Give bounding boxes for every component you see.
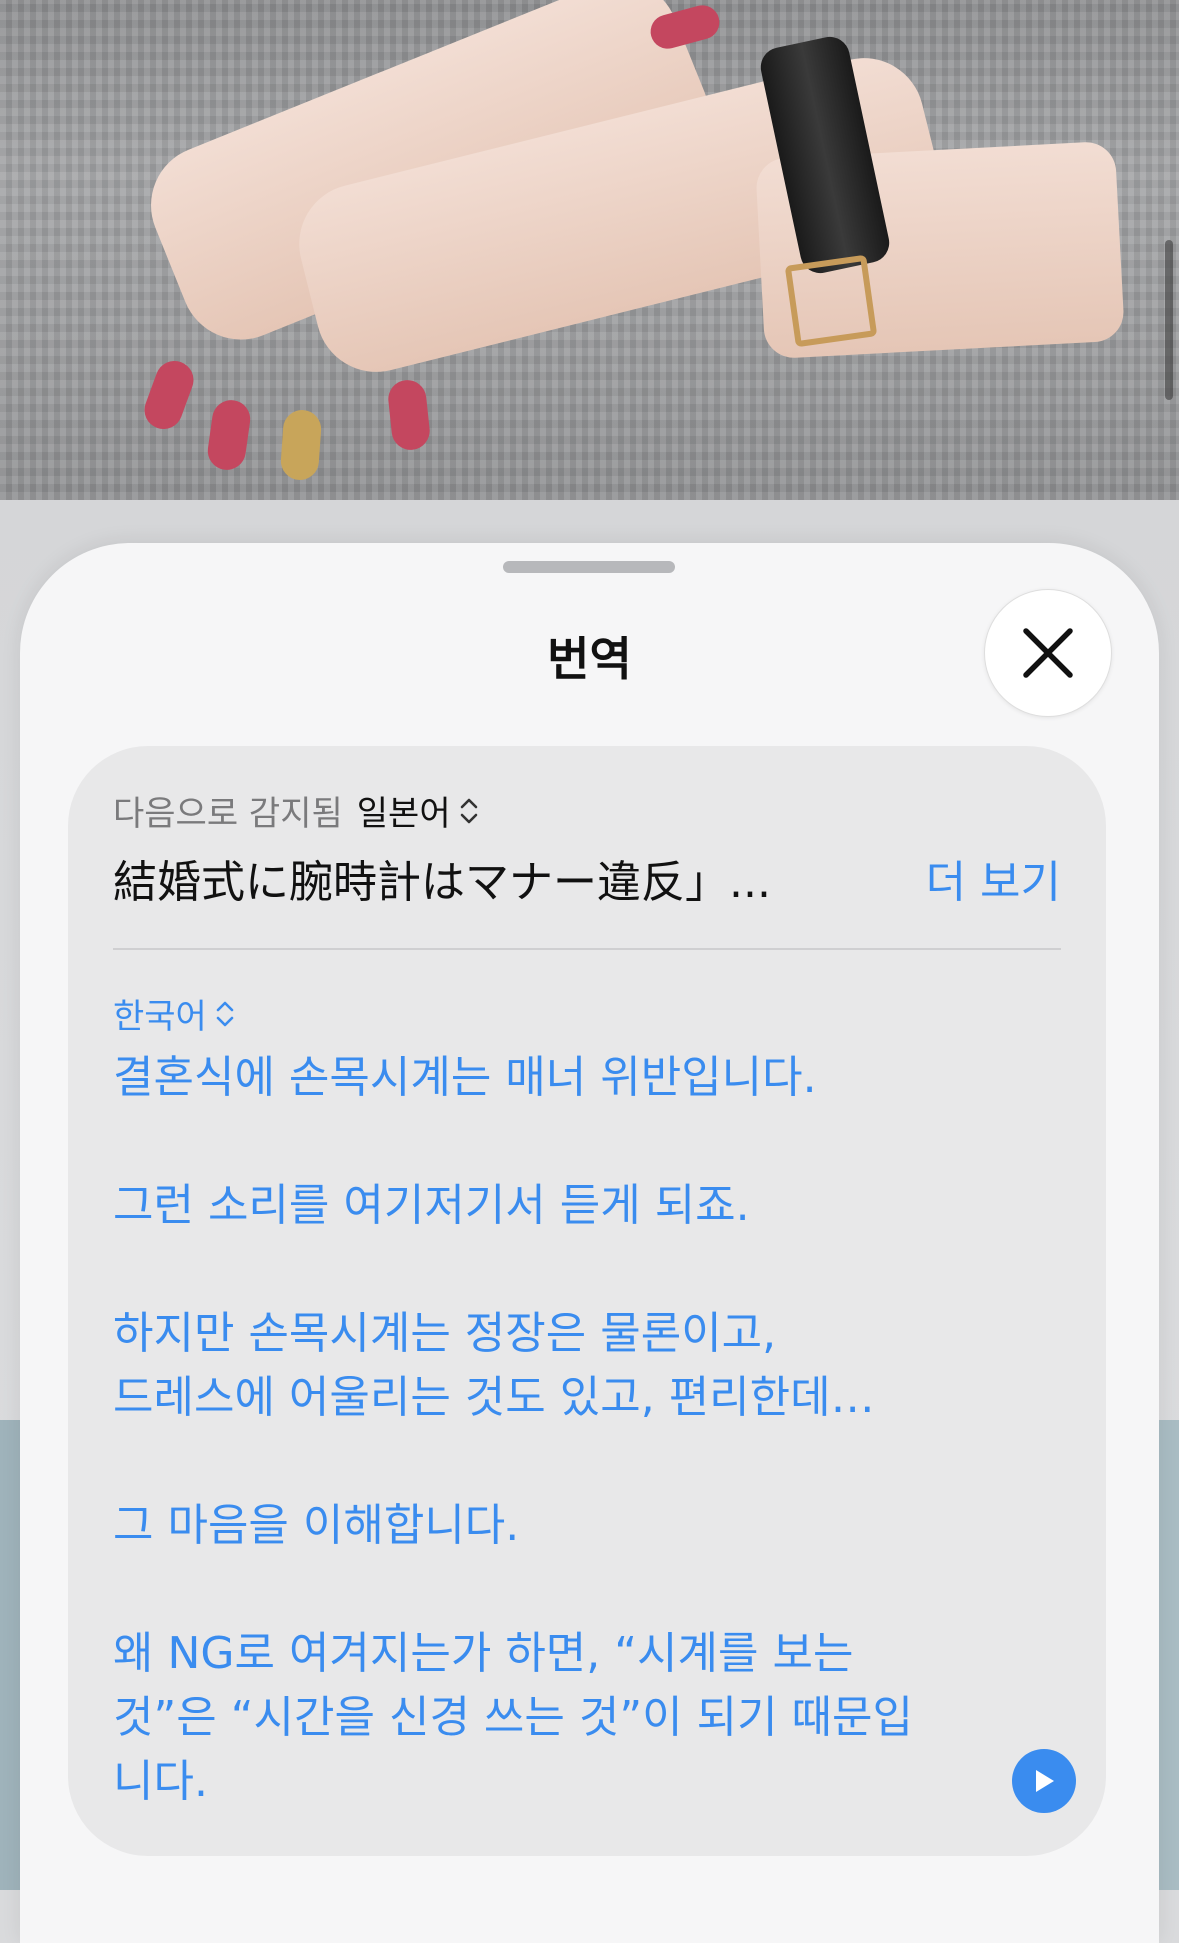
- play-button[interactable]: [1012, 1749, 1076, 1813]
- play-icon: [1036, 1770, 1054, 1792]
- translation-text: 결혼식에 손목시계는 매너 위반입니다. 그런 소리를 여기저기서 듣게 되죠.…: [113, 1046, 933, 1814]
- target-language-selector[interactable]: 한국어: [113, 989, 235, 1038]
- background-photo: [0, 0, 1179, 500]
- translation-paragraph: 하지만 손목시계는 정장은 물론이고, 드레스에 어울리는 것도 있고, 편리한…: [113, 1308, 875, 1423]
- scroll-indicator[interactable]: [1165, 240, 1173, 400]
- watch-buckle-image: [784, 254, 878, 348]
- background-edge: [1159, 1420, 1179, 1890]
- more-button[interactable]: 더 보기: [926, 846, 1061, 910]
- translation-paragraph: 그런 소리를 여기저기서 듣게 되죠.: [113, 1180, 750, 1231]
- close-icon: [1023, 628, 1073, 678]
- detected-label: 다음으로 감지됨: [113, 794, 343, 834]
- detected-language-row[interactable]: 다음으로 감지됨 일본어: [113, 786, 479, 835]
- translation-paragraph: 결혼식에 손목시계는 매너 위반입니다.: [113, 1052, 817, 1103]
- divider: [113, 948, 1061, 950]
- translate-sheet: 번역 다음으로 감지됨 일본어 結婚式に腕時計はマナー違反」... 더 보기 한…: [20, 543, 1159, 1943]
- source-text: 結婚式に腕時計はマナー違反」...: [113, 857, 771, 908]
- translation-card: 다음으로 감지됨 일본어 結婚式に腕時計はマナー違反」... 더 보기 한국어 …: [68, 746, 1106, 1856]
- nail-image: [279, 408, 323, 482]
- source-language: 일본어: [356, 794, 451, 834]
- translation-paragraph: 그 마음을 이해합니다.: [113, 1500, 520, 1551]
- background-edge: [0, 1420, 20, 1890]
- close-button[interactable]: [984, 589, 1112, 717]
- translation-paragraph: 왜 NG로 여겨지는가 하면, “시계를 보는 것”은 “시간을 신경 쓰는 것…: [113, 1628, 913, 1807]
- target-language: 한국어: [113, 997, 207, 1037]
- sheet-grabber[interactable]: [503, 561, 675, 573]
- chevron-updown-icon: [215, 999, 235, 1029]
- chevron-updown-icon: [459, 796, 479, 826]
